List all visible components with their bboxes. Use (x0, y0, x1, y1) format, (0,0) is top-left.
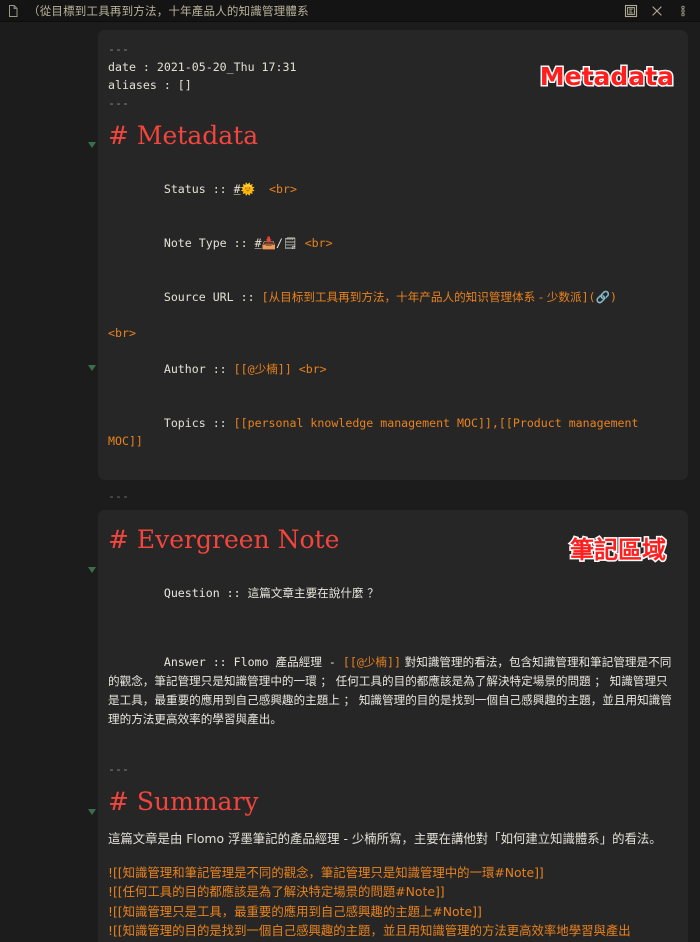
metadata-author-row: Author :: [[@少楠]] <br> (108, 342, 674, 396)
status-hash: # (233, 181, 241, 196)
topics-key: Topics :: (163, 415, 234, 430)
summary-embed-1[interactable]: ![[知識管理和筆記管理是不同的觀念，筆記管理只是知識管理中的一環#Note]] (108, 863, 674, 883)
separator-after-answer: --- (108, 762, 129, 776)
more-options-button[interactable] (670, 1, 696, 21)
summary-embed-4[interactable]: ![[知識管理的目的是找到一個自己感興趣的主題，並且用知識管理的方法更高效率地學… (108, 921, 674, 942)
link-icon[interactable]: (🔗) (589, 290, 617, 304)
summary-embed-3[interactable]: ![[知識管理只是工具，最重要的應用到自己感興趣的主題上#Note]] (108, 902, 674, 922)
close-button[interactable] (644, 1, 670, 21)
titlebar-actions (618, 1, 696, 21)
metadata-topics-row: Topics :: [[personal knowledge managemen… (108, 396, 674, 468)
source-key: Source URL :: (163, 289, 262, 304)
evergreen-note-block[interactable]: 筆記區域 # Evergreen Note Question :: 這篇文章主要… (98, 509, 688, 942)
frontmatter-close-fence: --- (108, 96, 129, 110)
fold-marker-summary[interactable] (88, 567, 97, 576)
status-br-tag: <br> (269, 181, 297, 196)
source-open-bracket: [ (261, 289, 269, 304)
window-titlebar: （從目標到工具再到方法，十年產品人的知識管理體系 (0, 0, 700, 22)
frontmatter-open-fence: --- (108, 42, 129, 56)
answer-author-wikilink[interactable]: [[@少楠]] (343, 655, 401, 669)
metadata-source-br: <br> (108, 325, 136, 340)
fold-marker-evergreen[interactable] (88, 365, 97, 374)
editor-content[interactable]: Metadata --- date : 2021-05-20_Thu 17:31… (98, 22, 688, 942)
notetype-br-tag: <br> (304, 235, 333, 250)
evergreen-question-row: Question :: 這篇文章主要在說什麼 ？ (108, 565, 674, 622)
sun-emoji-icon: 🌞 (240, 181, 256, 196)
separator-after-metadata: --- (108, 488, 129, 503)
frontmatter-aliases: aliases : [] (108, 78, 192, 92)
question-value: 這篇文章主要在說什麼 ？ (247, 586, 379, 600)
notetype-key: Note Type :: (163, 235, 255, 250)
reading-view-button[interactable] (618, 1, 644, 21)
fold-marker-metadata[interactable] (88, 142, 97, 151)
inbox-tray-emoji-icon: 📥 (261, 235, 277, 250)
source-url-text[interactable]: 从目标到工具再到方法，十年产品人的知识管理体系 - 少数派 (269, 290, 582, 304)
question-key: Question :: (163, 586, 248, 600)
author-key: Author :: (163, 361, 234, 376)
author-br-tag: <br> (298, 361, 327, 376)
answer-key: Answer :: (163, 655, 234, 669)
notetype-separator: / (276, 235, 283, 250)
window-title: （從目標到工具再到方法，十年產品人的知識管理體系 (28, 3, 309, 18)
evergreen-heading: # Evergreen Note (108, 524, 340, 554)
card-index-emoji-icon: 🗒 (283, 235, 298, 250)
source-close-bracket: ] (581, 289, 589, 304)
summary-heading: # Summary (108, 787, 259, 816)
summary-paragraph: 這篇文章是由 Flomo 浮墨筆記的產品經理 - 少楠所寫，主要在講他對「如何建… (108, 830, 662, 846)
summary-embed-2[interactable]: ![[任何工具的目的都應該是為了解決特定場景的問題#Note]] (108, 882, 674, 902)
frontmatter-date: date : 2021-05-20_Thu 17:31 (108, 60, 297, 74)
notetype-hash: # (254, 235, 262, 250)
document-icon (6, 4, 20, 18)
metadata-notetype-row: Note Type :: #📥/🗒 <br> (108, 216, 674, 270)
metadata-source-row: Source URL :: [从目标到工具再到方法，十年产品人的知识管理体系 -… (108, 270, 674, 324)
editor-gutter (0, 22, 98, 942)
metadata-status-row: Status :: #🌞 <br> (108, 162, 674, 216)
metadata-block[interactable]: Metadata --- date : 2021-05-20_Thu 17:31… (98, 30, 688, 480)
markdown-editor[interactable]: Metadata --- date : 2021-05-20_Thu 17:31… (0, 22, 700, 942)
evergreen-answer-row: Answer :: Flomo 產品經理 - [[@少楠]] 對知識管理的看法，… (108, 634, 674, 748)
author-wikilink[interactable]: [[@少楠]] (234, 362, 292, 376)
fold-marker-note[interactable] (88, 809, 97, 818)
metadata-heading: # Metadata (108, 121, 259, 150)
answer-prefix: Flomo 產品經理 - (233, 655, 343, 669)
status-key: Status :: (163, 181, 234, 196)
